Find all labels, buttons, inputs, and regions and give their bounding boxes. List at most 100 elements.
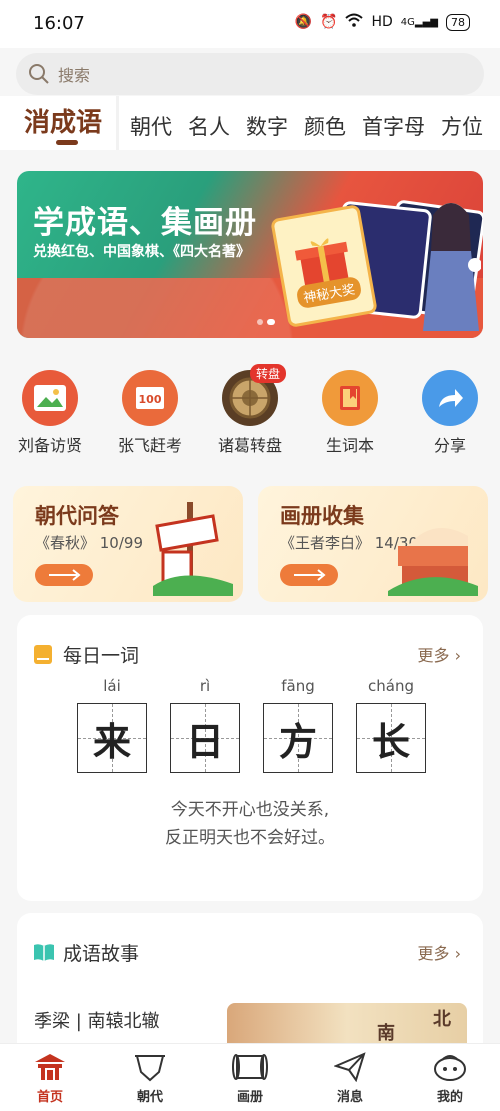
status-time: 16:07 [33, 13, 85, 34]
quote-line-1: 今天不开心也没关系, [170, 800, 330, 820]
album-scroll-icon [232, 1054, 268, 1080]
signal-label: 4G [400, 16, 415, 28]
profile-icon [434, 1055, 466, 1081]
book-icon [322, 370, 378, 426]
quote-line-2: 反正明天也不会好过。 [165, 828, 335, 848]
quick-item-share[interactable]: 分享 [400, 370, 500, 460]
quick-item-label: 刘备访贤 [17, 436, 82, 455]
quick-item-label: 诸葛转盘 [217, 436, 282, 455]
more-link[interactable]: 更多 › [418, 642, 462, 666]
calendar-icon [34, 645, 52, 664]
quick-item-liubei[interactable]: 刘备访贤 [0, 370, 100, 460]
idiom-chars: lái 来 rì 日 fāng 方 cháng 长 [77, 677, 426, 773]
signal-icon: 4G▂▄▆ [400, 16, 438, 28]
tab-initial[interactable]: 首字母 [362, 111, 425, 141]
idiom-char-cell: fāng 方 [263, 677, 333, 773]
tab-direction[interactable]: 方位 [441, 111, 483, 141]
nav-dynasty[interactable]: 朝代 [100, 1044, 200, 1111]
tab-number[interactable]: 数字 [246, 111, 288, 141]
card-go-button[interactable] [35, 564, 93, 586]
bottom-nav: 首页 朝代 画册 消息 我的 [0, 1043, 500, 1111]
mute-icon: 🔕 [294, 14, 313, 30]
nav-label: 朝代 [136, 1090, 163, 1105]
card-title: 画册收集 [280, 504, 364, 528]
banner-pagination [257, 319, 275, 325]
quick-item-zhuge[interactable]: 转盘 诸葛转盘 [200, 364, 300, 460]
char-box: 日 [170, 703, 240, 773]
wheel-badge: 转盘 [249, 364, 286, 383]
books-illustration [388, 528, 478, 596]
nav-me[interactable]: 我的 [400, 1044, 500, 1111]
char: 长 [371, 719, 410, 764]
home-temple-icon [35, 1054, 65, 1080]
wifi-icon [345, 13, 364, 31]
story-item-title[interactable]: 季梁 | 南辕北辙 [34, 1007, 160, 1033]
nav-home[interactable]: 首页 [0, 1044, 100, 1111]
battery-icon: 78 [446, 13, 470, 31]
status-bar: 16:07 🔕 ⏰ HD 4G▂▄▆ 78 [0, 0, 500, 48]
char-box: 来 [77, 703, 147, 773]
promo-banner[interactable]: 学成语、集画册 兑换红包、中国象棋、《四大名著》 神秘大奖 [17, 171, 483, 338]
exam-scroll-icon: 100 [122, 370, 178, 426]
idiom-char-cell: cháng 长 [356, 677, 426, 773]
dynasty-quiz-card[interactable]: 朝代问答 《春秋》 10/99 [13, 486, 243, 602]
card-go-button[interactable] [280, 564, 338, 586]
nav-label: 我的 [436, 1090, 463, 1105]
pinyin: fāng [281, 677, 315, 695]
alarm-icon: ⏰ [320, 14, 338, 30]
network-label: HD [371, 14, 393, 30]
arrow-right-icon [294, 569, 326, 581]
pinyin: cháng [368, 677, 414, 695]
char: 方 [278, 719, 317, 764]
more-link[interactable]: 更多 › [418, 940, 462, 964]
card-subtitle: 《春秋》 10/99 [35, 534, 143, 552]
tab-celebrity[interactable]: 名人 [188, 111, 230, 141]
signpost-illustration [153, 502, 233, 596]
open-book-icon [34, 944, 54, 961]
section-title: 每日一词 [63, 645, 140, 667]
quick-item-label: 分享 [433, 436, 466, 455]
tab-active[interactable]: 消成语 [24, 102, 102, 139]
quick-item-label: 张飞赶考 [117, 436, 182, 455]
arrow-right-icon [49, 569, 81, 581]
pinyin: lái [103, 677, 121, 695]
nav-label: 消息 [336, 1090, 363, 1105]
search-placeholder: 搜索 [58, 66, 91, 85]
thumb-text: 北 [433, 1009, 451, 1030]
nav-messages[interactable]: 消息 [300, 1044, 400, 1111]
banner-subtitle: 兑换红包、中国象棋、《四大名著》 [33, 244, 250, 260]
tab-color[interactable]: 颜色 [304, 111, 346, 141]
char: 日 [185, 719, 224, 764]
daily-word-section: 每日一词 更多 › lái 来 rì 日 fāng 方 cháng 长 今天不开… [17, 615, 483, 901]
wheel-icon: 转盘 [222, 364, 286, 426]
status-icons: 🔕 ⏰ HD 4G▂▄▆ 78 [295, 13, 470, 31]
search-icon [29, 64, 49, 84]
nav-album[interactable]: 画册 [200, 1044, 300, 1111]
album-collect-card[interactable]: 画册收集 《王者李白》 14/30 [258, 486, 488, 602]
share-icon [422, 370, 478, 426]
quick-item-label: 生词本 [325, 436, 374, 455]
idiom-char-cell: lái 来 [77, 677, 147, 773]
quick-item-vocab[interactable]: 生词本 [300, 370, 400, 460]
pinyin: rì [199, 677, 211, 695]
thumb-text: 南 [377, 1023, 395, 1044]
tab-divider [116, 96, 119, 150]
quick-menu: 刘备访贤 100 张飞赶考 转盘 诸葛转盘 生词本 分享 [0, 364, 500, 460]
idiom-story-section: 成语故事 更多 › 季梁 | 南辕北辙 南 北 [17, 913, 483, 1063]
char: 来 [92, 719, 131, 764]
section-title: 成语故事 [63, 943, 140, 965]
card-title: 朝代问答 [35, 504, 119, 528]
banner-gift-card [270, 204, 378, 328]
category-tabs: 消成语 朝代 名人 数字 颜色 首字母 方位 [0, 96, 500, 150]
tab-indicator [56, 140, 78, 145]
idiom-char-cell: rì 日 [170, 677, 240, 773]
banner-title: 学成语、集画册 [33, 205, 257, 241]
character-illustration [423, 203, 481, 331]
char-box: 方 [263, 703, 333, 773]
pagination-dot-active [267, 319, 275, 325]
quick-item-zhangfei[interactable]: 100 张飞赶考 [100, 370, 200, 460]
tab-dynasty[interactable]: 朝代 [130, 111, 172, 141]
search-bar[interactable]: 搜索 [16, 53, 484, 95]
pagination-dot [257, 319, 263, 325]
nav-label: 画册 [236, 1090, 263, 1105]
